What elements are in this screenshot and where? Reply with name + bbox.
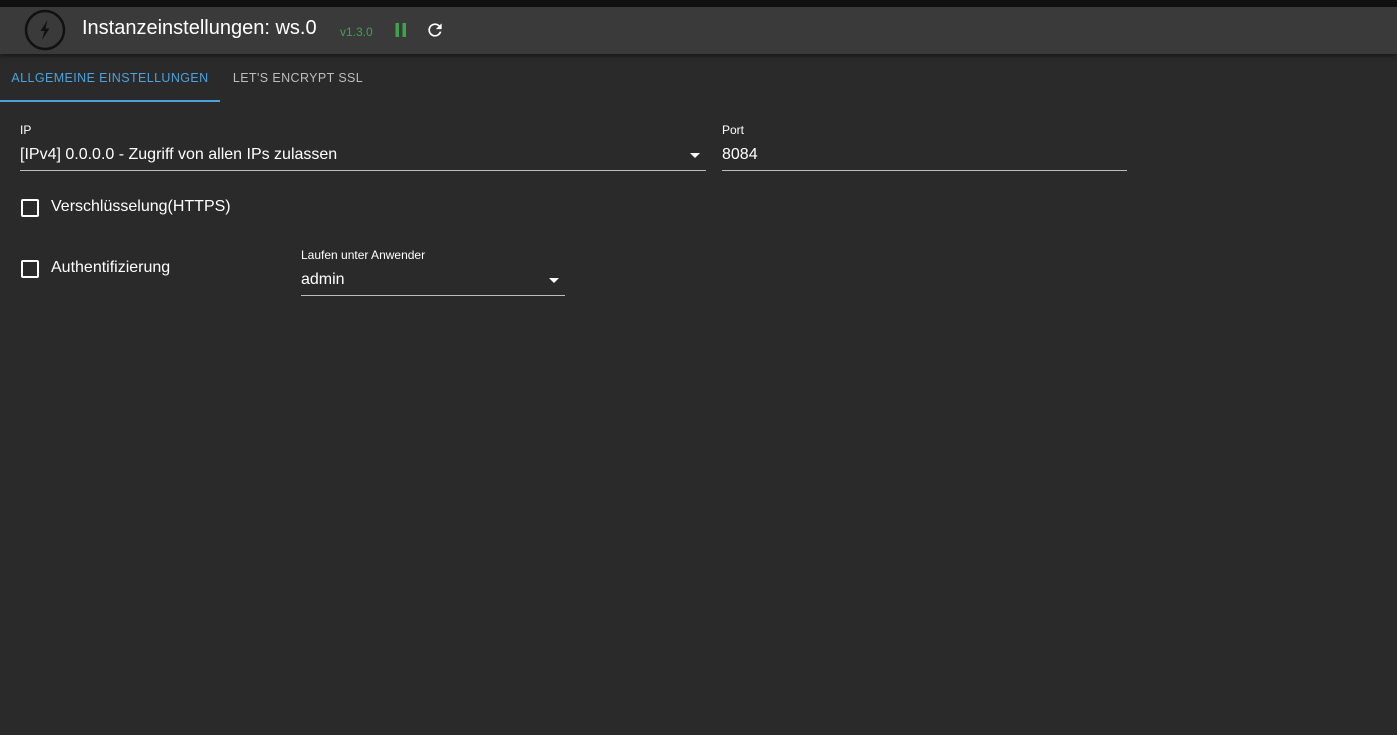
port-input-value: 8084 — [722, 146, 758, 163]
https-checkbox-label: Verschlüsselung(HTTPS) — [51, 198, 231, 215]
pause-button[interactable] — [390, 19, 412, 41]
app-header: Instanzeinstellungen: ws.0 v1.3.0 — [0, 7, 1397, 54]
run-as-user-label: Laufen unter Anwender — [301, 248, 426, 262]
window-top-strip — [0, 0, 1397, 7]
reload-icon — [428, 23, 442, 37]
settings-tabs: ALLGEMEINE EINSTELLUNGEN LET'S ENCRYPT S… — [0, 54, 1397, 102]
run-as-user-value: admin — [301, 271, 345, 288]
https-checkbox[interactable] — [21, 199, 39, 217]
active-tab-indicator — [0, 100, 220, 102]
tab-general-settings[interactable]: ALLGEMEINE EINSTELLUNGEN — [0, 54, 220, 102]
ip-label: IP — [20, 123, 32, 137]
ip-select-value: [IPv4] 0.0.0.0 - Zugriff von allen IPs z… — [20, 146, 338, 163]
port-input[interactable]: 8084 — [722, 144, 1127, 171]
ip-select[interactable]: [IPv4] 0.0.0.0 - Zugriff von allen IPs z… — [20, 144, 706, 171]
authentication-checkbox-label: Authentifizierung — [51, 259, 171, 276]
version-label: v1.3.0 — [340, 25, 373, 39]
port-label: Port — [722, 123, 745, 137]
reload-button[interactable] — [424, 19, 446, 41]
tab-lets-encrypt-ssl[interactable]: LET'S ENCRYPT SSL — [220, 54, 376, 102]
lightning-bolt-logo-icon — [24, 9, 66, 51]
chevron-down-icon — [690, 153, 700, 158]
page-title: Instanzeinstellungen: ws.0 — [82, 17, 317, 39]
chevron-down-icon — [549, 278, 559, 283]
pause-icon — [395, 23, 406, 37]
authentication-checkbox[interactable] — [21, 260, 39, 278]
run-as-user-select[interactable]: admin — [301, 269, 565, 296]
